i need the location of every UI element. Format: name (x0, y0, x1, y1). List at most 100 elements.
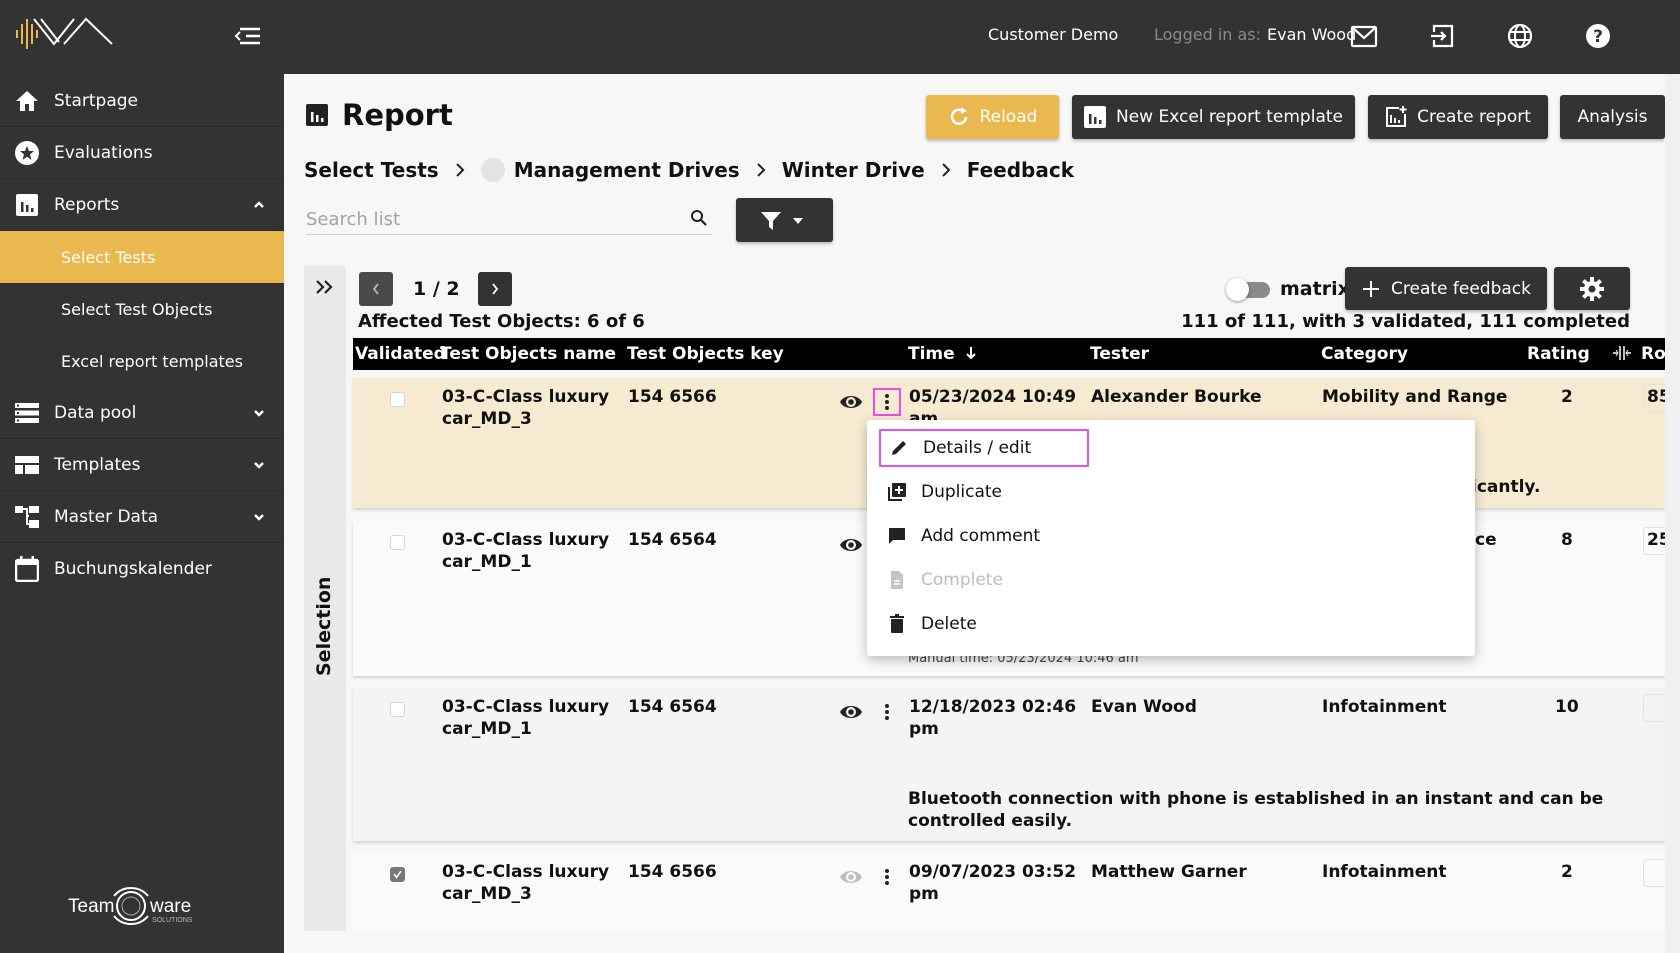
page-indicator: 1 / 2 (413, 278, 460, 300)
sidebar: Startpage Evaluations Reports Select Tes… (0, 0, 284, 953)
sidebar-subitem-excel-report-templates[interactable]: Excel report templates (0, 335, 284, 387)
menu-item-label: Complete (921, 570, 1003, 590)
eye-icon[interactable] (839, 533, 863, 557)
sidebar-subitem-label: Select Tests (61, 247, 156, 267)
column-header-category[interactable]: Category (1321, 344, 1408, 364)
page-scrollbar[interactable] (1665, 74, 1680, 953)
report-icon (306, 104, 328, 126)
column-resize-icon[interactable] (1612, 346, 1632, 360)
new-excel-template-button[interactable]: New Excel report template (1072, 95, 1355, 139)
plus-icon (1363, 280, 1379, 297)
table-row[interactable]: 03-C-Class luxury car_MD_1 154 6564 12/18… (353, 688, 1673, 841)
reload-icon (950, 107, 967, 125)
eye-icon[interactable] (839, 865, 863, 889)
chevron-right-icon (455, 163, 465, 177)
sidebar-item-data-pool[interactable]: Data pool (0, 387, 284, 439)
create-report-label: Create report (1417, 107, 1531, 127)
search-icon[interactable] (690, 209, 708, 227)
prev-page-button[interactable] (359, 272, 393, 306)
create-feedback-button[interactable]: Create feedback (1345, 267, 1547, 310)
star-circle-icon (14, 140, 40, 166)
create-report-button[interactable]: Create report (1368, 95, 1548, 139)
bar-chart-icon (14, 192, 40, 218)
column-header-key[interactable]: Test Objects key (627, 344, 784, 364)
sidebar-subitem-select-test-objects[interactable]: Select Test Objects (0, 283, 284, 335)
row-actions-menu-button[interactable] (873, 388, 901, 416)
summary-count: 111 of 111, with 3 validated, 111 comple… (1181, 311, 1630, 332)
breadcrumb-item[interactable]: Select Tests (304, 158, 439, 182)
menu-item-add-comment[interactable]: Add comment (879, 517, 1089, 555)
reload-button[interactable]: Reload (926, 95, 1059, 139)
column-header-ro[interactable]: Ro (1641, 344, 1666, 364)
sidebar-item-reports[interactable]: Reports (0, 179, 284, 231)
eye-icon[interactable] (839, 700, 863, 724)
sidebar-item-evaluations[interactable]: Evaluations (0, 127, 284, 179)
mail-icon[interactable] (1350, 22, 1378, 50)
svg-text:Team: Team (68, 896, 114, 917)
calendar-icon (14, 556, 40, 582)
validated-checkbox[interactable] (390, 392, 405, 407)
sidebar-item-master-data[interactable]: Master Data (0, 491, 284, 543)
analysis-button[interactable]: Analysis (1560, 95, 1665, 139)
eye-icon[interactable] (839, 390, 863, 414)
rating: 2 (1561, 387, 1573, 407)
comment-icon (889, 528, 905, 544)
validated-checkbox[interactable] (390, 535, 405, 550)
top-bar: Customer Demo Logged in as: Evan Wood ? (284, 0, 1680, 74)
column-header-validated[interactable]: Validated (355, 344, 446, 364)
sidebar-item-templates[interactable]: Templates (0, 439, 284, 491)
help-icon[interactable]: ? (1584, 22, 1612, 50)
feedback-time: 12/18/2023 02:46 pm (909, 697, 1077, 739)
globe-icon[interactable] (1506, 22, 1534, 50)
matrix-label: matrix (1280, 278, 1350, 300)
sidebar-item-label: Evaluations (54, 142, 153, 163)
matrix-toggle[interactable] (1226, 278, 1272, 301)
logout-icon[interactable] (1428, 22, 1456, 50)
validated-checkbox[interactable] (390, 867, 405, 882)
row-actions-menu-button[interactable] (873, 698, 901, 726)
menu-collapse-icon[interactable] (232, 24, 262, 48)
menu-item-delete[interactable]: Delete (879, 605, 1089, 643)
category: Infotainment (1322, 862, 1447, 882)
filter-button[interactable] (736, 198, 833, 242)
column-header-tester[interactable]: Tester (1090, 344, 1149, 364)
chevron-down-icon (254, 409, 264, 417)
rating: 8 (1561, 530, 1573, 550)
validated-checkbox[interactable] (390, 702, 405, 717)
tester-name: Evan Wood (1091, 697, 1197, 717)
test-object-name: 03-C-Class luxury car_MD_1 (442, 697, 610, 739)
menu-item-details-edit[interactable]: Details / edit (879, 429, 1089, 467)
comment-text: icantly. (1471, 477, 1541, 497)
row-actions-menu-button[interactable] (873, 863, 901, 891)
toggle-knob (1226, 278, 1249, 301)
sidebar-subitem-select-tests[interactable]: Select Tests (0, 231, 284, 283)
menu-item-duplicate[interactable]: Duplicate (879, 473, 1089, 511)
template-icon (14, 452, 40, 478)
category: ce (1475, 530, 1497, 550)
next-page-button[interactable] (478, 272, 512, 306)
sidebar-item-buchungskalender[interactable]: Buchungskalender (0, 543, 284, 595)
breadcrumb-item[interactable]: Winter Drive (782, 158, 925, 182)
teamware-logo: Team ware SOLUTIONS (68, 886, 193, 926)
hierarchy-icon (14, 504, 40, 530)
test-object-key: 154 6564 (628, 697, 717, 717)
feedback-time: 09/07/2023 03:52 pm (909, 862, 1077, 904)
chevron-down-icon (254, 513, 264, 521)
caret-down-icon (793, 218, 803, 224)
search-input[interactable] (306, 205, 676, 233)
column-header-time[interactable]: Time (908, 344, 977, 364)
expand-panel-icon[interactable] (314, 278, 336, 296)
menu-item-label: Duplicate (921, 482, 1002, 502)
menu-item-complete[interactable]: Complete (879, 561, 1089, 599)
sidebar-item-startpage[interactable]: Startpage (0, 75, 284, 127)
menu-item-label: Add comment (921, 526, 1041, 546)
column-header-rating[interactable]: Rating (1527, 344, 1590, 364)
table-row[interactable]: 03-C-Class luxury car_MD_3 154 6566 09/07… (353, 853, 1673, 933)
pencil-icon (892, 441, 906, 455)
category: Mobility and Range (1322, 387, 1508, 407)
settings-button[interactable] (1554, 267, 1630, 310)
column-header-name[interactable]: Test Objects name (440, 344, 616, 364)
chevron-right-icon (942, 163, 951, 177)
breadcrumb-item[interactable]: Management Drives (514, 158, 740, 182)
menu-item-label: Details / edit (923, 438, 1032, 458)
